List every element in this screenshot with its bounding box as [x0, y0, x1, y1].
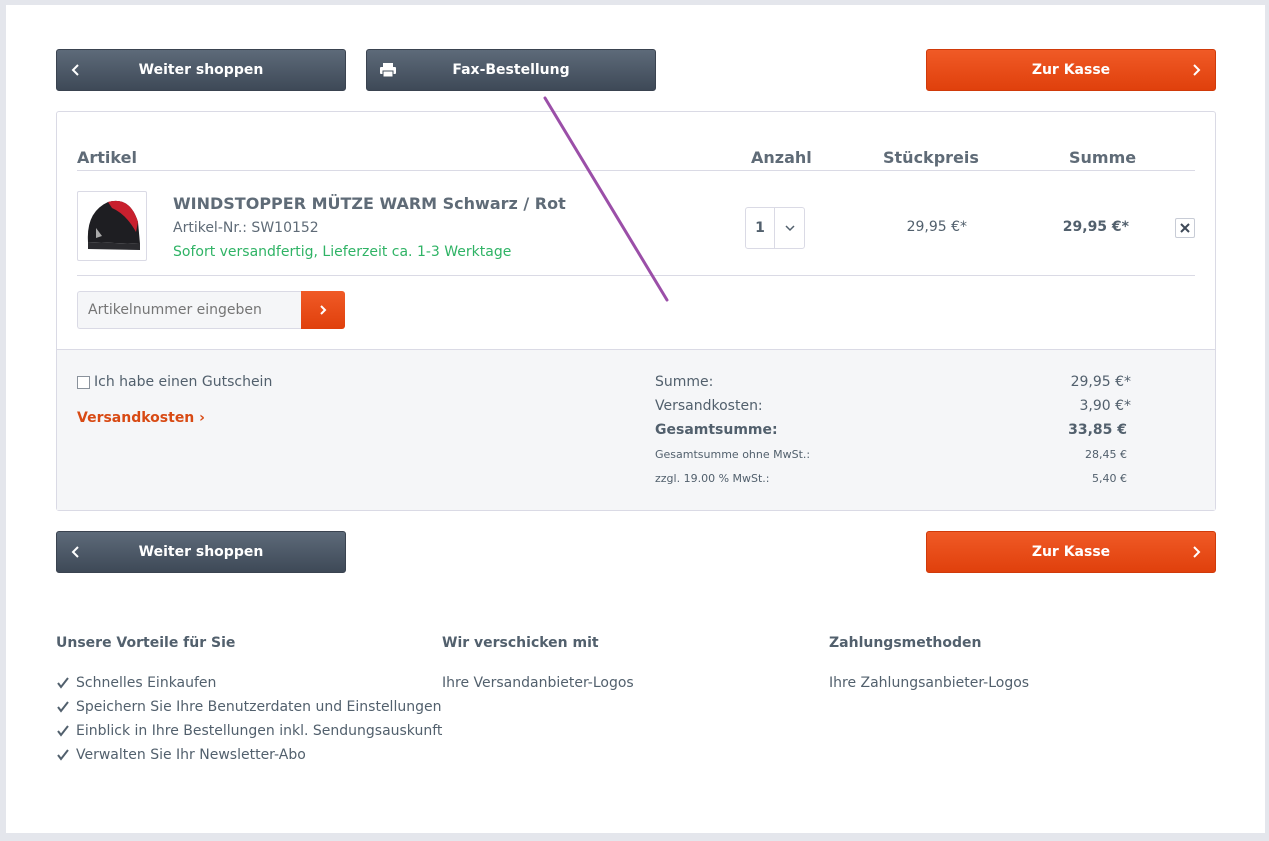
summary-label-vat: zzgl. 19.00 % MwSt.:: [655, 472, 770, 485]
summary-value-subtotal: 29,95 €*: [1070, 374, 1131, 390]
checkmark-icon: [57, 725, 69, 737]
benefits-column: Unsere Vorteile für Sie Schnelles Einkau…: [56, 635, 442, 767]
benefit-text: Verwalten Sie Ihr Newsletter-Abo: [76, 747, 306, 763]
unit-price: 29,95 €*: [906, 219, 967, 235]
summary-value-shipping: 3,90 €*: [1079, 398, 1131, 414]
summary-label-subtotal: Summe:: [655, 374, 714, 390]
chevron-right-icon: [320, 305, 327, 315]
product-name[interactable]: WINDSTOPPER MÜTZE WARM Schwarz / Rot: [173, 194, 566, 213]
benefit-text: Schnelles Einkaufen: [76, 675, 217, 691]
summary-value-total: 33,85 €: [1068, 422, 1127, 438]
checkout-label: Zur Kasse: [1031, 544, 1111, 560]
payment-methods-title: Zahlungsmethoden: [829, 635, 982, 651]
close-icon: [1180, 223, 1190, 233]
chevron-left-icon: [71, 546, 79, 558]
summary-value-vat: 5,40 €: [1092, 472, 1127, 485]
header-total: Summe: [1069, 148, 1137, 167]
payment-methods-column: Zahlungsmethoden Ihre Zahlungsanbieter-L…: [829, 635, 1029, 695]
benefit-item: Speichern Sie Ihre Benutzerdaten und Ein…: [56, 695, 442, 719]
checkout-button-bottom[interactable]: Zur Kasse: [926, 531, 1216, 573]
shipping-costs-label: Versandkosten: [77, 410, 195, 426]
beanie-image: [87, 200, 140, 250]
page: Weiter shoppen Fax-Bestellung Zur Kasse …: [6, 5, 1265, 833]
benefit-item: Verwalten Sie Ihr Newsletter-Abo: [56, 743, 442, 767]
checkout-button-top[interactable]: Zur Kasse: [926, 49, 1216, 91]
summary-label-total: Gesamtsumme:: [655, 422, 778, 438]
benefits-title: Unsere Vorteile für Sie: [56, 635, 236, 651]
article-number: Artikel-Nr.: SW10152: [173, 220, 319, 236]
chevron-right-icon: [1193, 546, 1201, 558]
shipping-providers-title: Wir verschicken mit: [442, 635, 599, 651]
header-quantity: Anzahl: [751, 148, 812, 167]
voucher-checkbox[interactable]: Ich habe einen Gutschein: [77, 374, 272, 390]
divider: [77, 170, 1195, 171]
payment-methods-text: Ihre Zahlungsanbieter-Logos: [829, 675, 1030, 691]
continue-shopping-button-top[interactable]: Weiter shoppen: [56, 49, 346, 91]
benefit-text: Speichern Sie Ihre Benutzerdaten und Ein…: [76, 699, 442, 715]
chevron-down-icon[interactable]: [774, 208, 804, 248]
checkmark-icon: [57, 701, 69, 713]
shipping-providers-text: Ihre Versandanbieter-Logos: [442, 675, 634, 691]
quantity-select[interactable]: 1: [745, 207, 805, 249]
cart-box: Artikel Anzahl Stückpreis Summe WINDSTOP…: [56, 111, 1216, 511]
checkout-label: Zur Kasse: [1031, 62, 1111, 78]
summary-area: Ich habe einen Gutschein Versandkosten ›…: [57, 349, 1215, 510]
summary-label-net: Gesamtsumme ohne MwSt.:: [655, 448, 811, 461]
checkmark-icon: [57, 749, 69, 761]
benefit-item: Einblick in Ihre Bestellungen inkl. Send…: [56, 719, 442, 743]
shipping-costs-link[interactable]: Versandkosten ›: [77, 410, 205, 426]
shipping-providers-column: Wir verschicken mit Ihre Versandanbieter…: [442, 635, 634, 695]
add-article-button[interactable]: [301, 291, 345, 329]
fax-order-label: Fax-Bestellung: [452, 62, 570, 78]
summary-value-net: 28,45 €: [1085, 448, 1127, 461]
checkbox[interactable]: [77, 375, 90, 389]
printer-icon: [380, 63, 396, 78]
header-article: Artikel: [77, 148, 137, 167]
benefit-item: Schnelles Einkaufen: [56, 671, 442, 695]
header-unit-price: Stückpreis: [883, 148, 979, 167]
continue-shopping-label: Weiter shoppen: [138, 544, 264, 560]
continue-shopping-label: Weiter shoppen: [138, 62, 264, 78]
voucher-label: Ich habe einen Gutschein: [94, 374, 273, 390]
delivery-status: Sofort versandfertig, Lieferzeit ca. 1-3…: [173, 244, 512, 260]
product-thumbnail[interactable]: [77, 191, 147, 261]
article-number-input[interactable]: [77, 291, 302, 329]
quantity-value: 1: [755, 220, 765, 236]
fax-order-button[interactable]: Fax-Bestellung: [366, 49, 656, 91]
chevron-left-icon: [71, 64, 79, 76]
continue-shopping-button-bottom[interactable]: Weiter shoppen: [56, 531, 346, 573]
benefit-text: Einblick in Ihre Bestellungen inkl. Send…: [76, 723, 443, 739]
chevron-right-icon: [1193, 64, 1201, 76]
remove-item-button[interactable]: [1175, 218, 1195, 238]
summary-label-shipping: Versandkosten:: [655, 398, 763, 414]
checkmark-icon: [57, 677, 69, 689]
divider: [77, 275, 1195, 276]
row-total: 29,95 €*: [1062, 219, 1129, 235]
